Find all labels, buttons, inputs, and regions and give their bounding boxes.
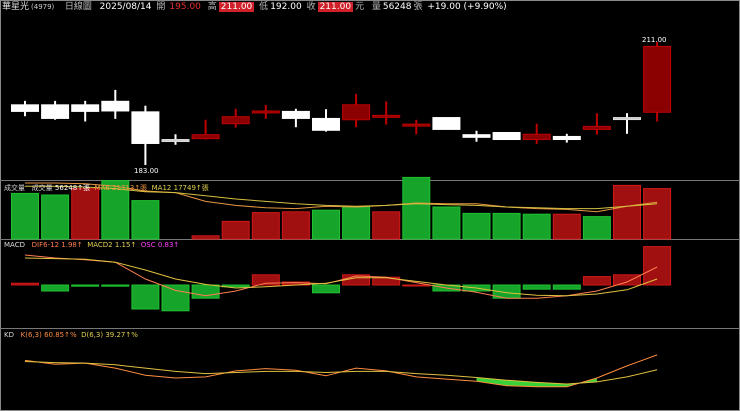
volume-panel-legend: 成交量 成交量 56248↑張 MA6 21713↑張 MA12 17749↑張 [4,183,209,193]
osc-bar [11,282,39,286]
candle-body [582,125,611,130]
max-price-label: 211.00 [642,36,667,44]
candle-body [131,111,160,144]
ma12-value: 17749↑張 [173,184,209,192]
ma6-value: 21713↑張 [112,184,148,192]
d-value: 39.27↑% [105,331,138,339]
candle-body [402,123,431,127]
vol-label: 成交量 [31,184,53,192]
osc-bar [522,284,551,290]
candle-body [251,110,280,114]
volume-bar [251,212,280,240]
k-label: K(6,3) [20,331,42,339]
volume-bar [312,209,340,240]
volume-bar [492,212,521,240]
candle-body [312,117,340,131]
d-label: D(6,3) [81,331,104,339]
volume-bar [522,213,551,240]
candle-body [221,116,250,125]
d-line [24,361,658,385]
candle-body [643,45,672,113]
osc-bar [402,284,431,287]
ma12-label: MA12 [151,184,172,192]
candle-body [191,134,220,140]
candle-body [552,135,581,141]
osc-bar [101,284,130,287]
osc-bar [372,276,401,286]
dif-line [24,254,658,299]
candle-body [522,133,551,141]
volume-bar [552,213,581,240]
volume-bar [131,200,160,240]
ma6-label: MA6 [94,184,110,192]
volume-bar [372,211,401,240]
volume-bar [281,211,310,240]
candle-body [281,110,310,119]
macd-panel-legend: MACD DIF6-12 1.98↑ MACD2 1.15↑ OSC 0.83↑ [4,241,179,249]
macd-line [24,257,658,297]
candle-body [613,117,641,121]
kd-panel-legend: KD K(6,3) 60.85↑% D(6,3) 39.27↑% [4,331,138,339]
osc-bar [131,284,160,310]
macd2-label: MACD2 [87,241,113,249]
k-value: 60.85↑% [44,331,77,339]
macd-panel-title: MACD [4,241,25,249]
candle-body [492,131,521,141]
stock-chart-svg [11,42,672,388]
candle-body [71,104,100,112]
volume-bar [41,194,70,240]
osc-bar [71,284,100,287]
osc-bar [161,284,190,312]
volume-bar [462,212,491,240]
volume-bar [342,206,371,240]
osc-value: 0.83↑ [157,241,180,249]
dif-value: 1.98↑ [61,241,83,249]
volume-bar [191,235,220,240]
candle-body [432,117,461,130]
osc-bar [41,284,70,292]
volume-bar [71,188,100,240]
volume-bar [582,216,611,240]
osc-label: OSC [140,241,156,249]
volume-bar [613,184,641,240]
vol-value: 56248↑張 [54,184,91,192]
volume-bar [432,206,461,240]
volume-bar [221,220,250,240]
candle-body [41,104,70,119]
dif-label: DIF6-12 [31,241,60,249]
candle-body [372,114,401,118]
candle-body [101,100,130,112]
kd-panel-title: KD [4,331,14,339]
candle-body [11,104,39,112]
candle-body [342,104,371,121]
osc-bar [552,284,581,290]
k-line [24,354,658,388]
osc-bar [582,276,611,286]
volume-panel-title: 成交量 [4,184,25,192]
min-price-label: 183.00 [134,167,159,175]
volume-bar [402,176,431,240]
osc-bar [312,284,340,294]
macd2-value: 1.15↑ [114,241,137,249]
candle-body [161,139,190,143]
volume-bar [643,188,672,240]
osc-bar [613,274,641,286]
volume-bar [11,192,39,240]
candle-body [462,134,491,138]
